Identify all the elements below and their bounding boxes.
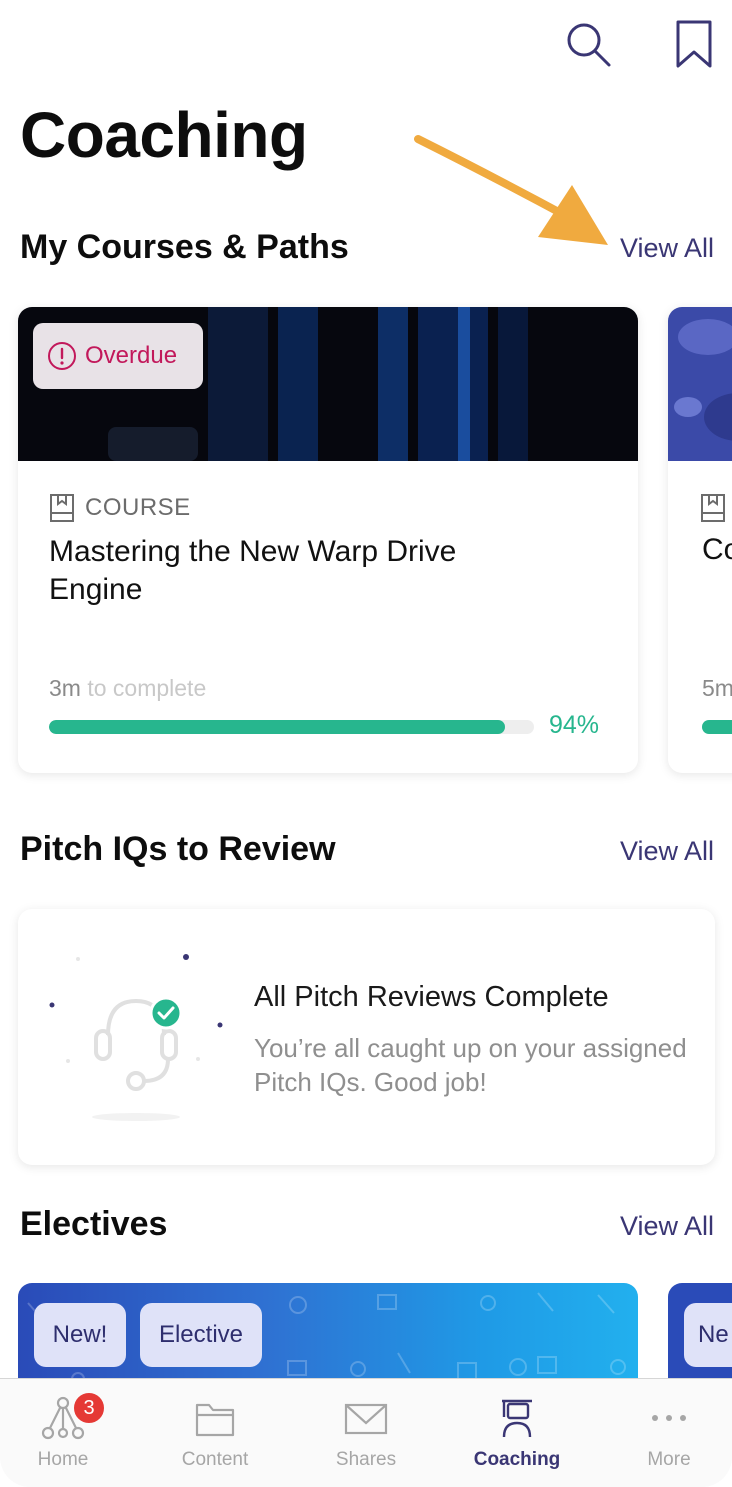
elective-tag-new-partial: Ne — [684, 1303, 732, 1367]
envelope-icon — [344, 1403, 388, 1435]
overdue-label: Overdue — [85, 342, 178, 369]
course-banner-image: Overdue — [18, 307, 638, 461]
course-type: COURSE — [49, 493, 191, 523]
search-icon[interactable] — [560, 16, 616, 72]
tab-more-label: More — [647, 1449, 691, 1470]
book-icon — [701, 494, 725, 522]
elective-tag-elective: Elective — [140, 1303, 262, 1367]
book-icon — [50, 494, 74, 522]
pitch-empty-title: All Pitch Reviews Complete — [254, 981, 609, 1013]
folder-icon — [195, 1403, 235, 1437]
courses-section-title: My Courses & Paths — [20, 228, 349, 266]
overdue-badge: Overdue — [33, 323, 203, 389]
tab-content-label: Content — [181, 1449, 249, 1470]
home-notification-badge: 3 — [72, 1391, 106, 1425]
bottom-tab-bar: 3 Home Content Shares Coaching More — [0, 1378, 732, 1487]
pitch-section-title: Pitch IQs to Review — [20, 830, 336, 868]
pitch-view-all-link[interactable]: View All — [620, 836, 714, 867]
bookmark-icon[interactable] — [666, 16, 722, 72]
elective-tag-new: New! — [34, 1303, 126, 1367]
course-progress-percent: 94% — [549, 711, 600, 739]
courses-view-all-link[interactable]: View All — [620, 233, 714, 264]
tab-home[interactable]: 3 Home — [0, 1379, 136, 1487]
electives-section-title: Electives — [20, 1205, 168, 1243]
course-card-partial[interactable]: Co 5m — [668, 307, 732, 773]
course-duration-partial: 5m — [702, 675, 732, 701]
course-type-label: COURSE — [85, 494, 191, 521]
course-progress-fill — [49, 720, 505, 734]
alert-icon — [48, 342, 76, 370]
coach-icon — [502, 1399, 532, 1438]
course-banner-image-partial — [668, 307, 732, 461]
annotation-arrow-icon — [414, 135, 608, 245]
tab-home-label: Home — [37, 1449, 89, 1470]
ellipsis-icon — [652, 1415, 686, 1421]
course-duration: 3m to complete — [49, 675, 206, 702]
course-progress-bar — [49, 720, 534, 734]
tab-shares-label: Shares — [335, 1449, 397, 1470]
pitch-empty-card: All Pitch Reviews Complete You’re all ca… — [18, 909, 715, 1165]
pitch-empty-message: You’re all caught up on your assigned Pi… — [254, 1033, 687, 1097]
course-card[interactable]: Overdue COURSE Mastering the New Warp Dr… — [18, 307, 638, 773]
tab-more[interactable]: More — [596, 1379, 732, 1487]
course-progress-bar-partial — [702, 720, 732, 734]
tab-coaching[interactable]: Coaching — [444, 1379, 590, 1487]
tab-shares[interactable]: Shares — [293, 1379, 439, 1487]
tab-content[interactable]: Content — [142, 1379, 288, 1487]
course-title-partial: Co — [702, 533, 732, 566]
tab-coaching-label: Coaching — [473, 1449, 561, 1470]
electives-view-all-link[interactable]: View All — [620, 1211, 714, 1242]
page-title: Coaching — [20, 99, 308, 171]
headset-illustration-icon — [49, 954, 223, 1121]
course-duration-value: 3m — [49, 675, 81, 701]
course-duration-suffix: to complete — [87, 675, 207, 701]
course-title: Mastering the New Warp Drive Engine — [49, 535, 457, 606]
